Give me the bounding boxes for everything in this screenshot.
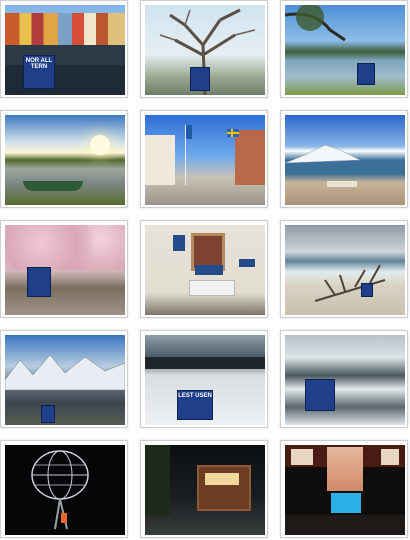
photo-snowy-mountains [5, 335, 125, 425]
photo-tile-13[interactable] [0, 440, 128, 538]
globe-sculpture [31, 450, 89, 530]
photo-gallery: NOR ALL TERN LEST USEN [0, 0, 410, 540]
photo-tile-11[interactable]: LEST USEN [140, 330, 268, 428]
photo-flag-street [145, 115, 265, 205]
photo-tile-10[interactable] [0, 330, 128, 428]
photo-dry-tree [145, 5, 265, 95]
photo-cherry-blossoms [5, 225, 125, 315]
photo-tile-9[interactable] [280, 220, 408, 318]
photo-tile-12[interactable] [280, 330, 408, 428]
shopping-bag [41, 405, 55, 423]
shopping-bag: NOR ALL TERN [23, 55, 55, 89]
photo-ice-floes [285, 335, 405, 425]
driftwood [314, 264, 386, 302]
photo-tile-4[interactable] [0, 110, 128, 208]
mountain [285, 144, 361, 164]
photo-tile-1[interactable]: NOR ALL TERN [0, 0, 128, 98]
photo-sunset-boat [5, 115, 125, 205]
photo-tile-15[interactable] [280, 440, 408, 538]
tree-silhouette [285, 5, 346, 42]
shopping-bag [305, 379, 335, 411]
photo-lake-tree [285, 5, 405, 95]
photo-tile-14[interactable] [140, 440, 268, 538]
photo-tile-2[interactable] [140, 0, 268, 98]
photo-globe-monument [5, 445, 125, 535]
photo-harbor: NOR ALL TERN [5, 5, 125, 95]
photo-tile-3[interactable] [280, 0, 408, 98]
photo-hut-night [145, 445, 265, 535]
photo-snowy-coast [285, 115, 405, 205]
bag-text: NOR ALL TERN [25, 58, 53, 70]
shopping-bag [357, 63, 375, 85]
photo-white-house [145, 225, 265, 315]
shopping-bag [361, 283, 373, 297]
photo-tile-8[interactable] [140, 220, 268, 318]
bag-text: LEST USEN [178, 393, 212, 399]
photo-driftwood-beach [285, 225, 405, 315]
photo-shop-window [285, 445, 405, 535]
photo-tile-5[interactable] [140, 110, 268, 208]
mountain-range [5, 354, 125, 391]
photo-snow-ground: LEST USEN [145, 335, 265, 425]
shopping-bag [190, 67, 210, 91]
photo-tile-6[interactable] [280, 110, 408, 208]
photo-tile-7[interactable] [0, 220, 128, 318]
shopping-bag [27, 267, 51, 297]
shopping-bag: LEST USEN [177, 390, 213, 420]
